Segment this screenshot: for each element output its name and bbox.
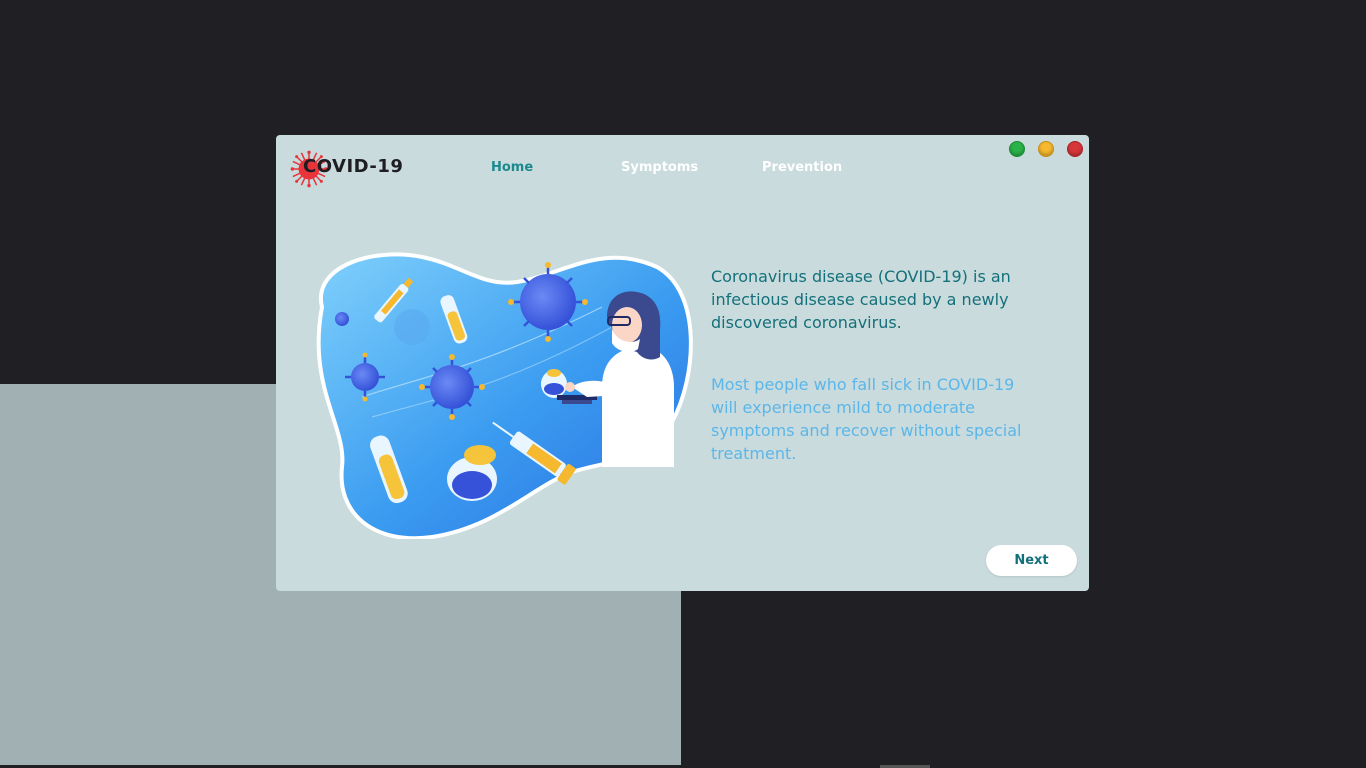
close-button[interactable] [1067,141,1083,157]
intro-text-block: Coronavirus disease (COVID-19) is an inf… [711,265,1031,465]
nav-prevention[interactable]: Prevention [762,160,842,175]
nav-home[interactable]: Home [491,160,533,175]
app-logo: COVID-19 [290,149,403,189]
nav-symptoms[interactable]: Symptoms [621,160,698,175]
lead-paragraph: Coronavirus disease (COVID-19) is an inf… [711,267,1011,332]
maximize-button[interactable] [1009,141,1025,157]
logo-text: COVID-19 [303,156,404,177]
desktop: COVID-19 Home Symptoms Prevention Corona… [0,0,1366,768]
secondary-paragraph: Most people who fall sick in COVID-19 wi… [711,375,1022,463]
app-window: COVID-19 Home Symptoms Prevention Corona… [276,135,1089,591]
minimize-button[interactable] [1038,141,1054,157]
lab-scientist-virus-illustration [316,252,693,539]
next-button[interactable]: Next [986,545,1077,576]
